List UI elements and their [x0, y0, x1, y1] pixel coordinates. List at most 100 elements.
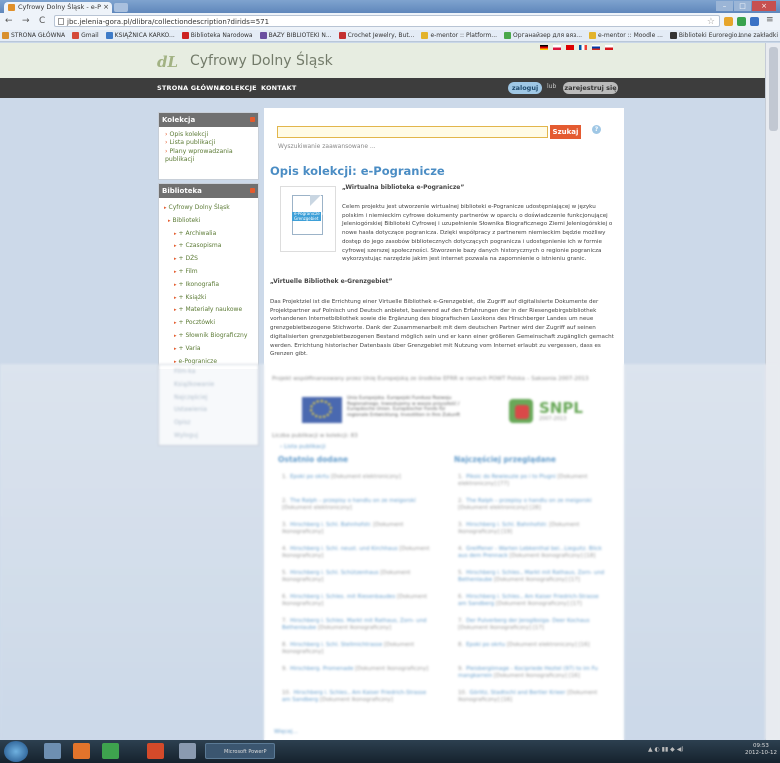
- tree-arrow-icon: ▸: [174, 332, 177, 339]
- list-item[interactable]: 4. Greiffener - Warten Lebkenthal bei...L…: [458, 546, 608, 560]
- bookmark-item[interactable]: Crochet Jewelry, But...: [338, 30, 414, 41]
- tree-arrow-icon: ▸: [174, 294, 177, 301]
- tree-item[interactable]: ▸ + Varia: [164, 343, 255, 356]
- new-tab-button[interactable]: [114, 3, 128, 12]
- menu-home[interactable]: STRONA GŁÓWNA: [157, 84, 224, 92]
- bookmark-item[interactable]: Biblioteki Euroregio...: [669, 30, 743, 41]
- tree-item[interactable]: ▸ + Materiały naukowe: [164, 304, 255, 317]
- tree-item[interactable]: ▸ + DŻS: [164, 253, 255, 266]
- bookmark-favicon-icon: [504, 32, 512, 39]
- list-item[interactable]: 6. Hirschberg i. Schles., Am Kaiser Fried…: [458, 594, 608, 608]
- menu-contact[interactable]: KONTAKT: [261, 84, 297, 92]
- start-button[interactable]: [4, 741, 28, 762]
- list-item[interactable]: 9. Hirschberg. Promenade [Dokument Ikonog…: [282, 666, 432, 673]
- tree-arrow-icon: ▸: [168, 217, 171, 224]
- list-item[interactable]: 2. The Ralph – przepisy o handlu on ze me…: [458, 498, 608, 512]
- bookmark-favicon-icon: [72, 32, 80, 39]
- flag-fr-icon[interactable]: [579, 45, 587, 50]
- explorer-icon[interactable]: [44, 743, 61, 759]
- list-item[interactable]: 1. Epoki po okrtu [Dokument elektroniczny…: [282, 474, 432, 481]
- list-item[interactable]: 9. Pleisbergiimage - Kocipriede Heztel (9…: [458, 666, 608, 680]
- list-item[interactable]: 6. Hirschberg i. Schles. mit Riesenbaudes…: [282, 594, 432, 608]
- collapse-icon[interactable]: [250, 117, 255, 122]
- site-name[interactable]: Cyfrowy Dolny Śląsk: [190, 53, 333, 69]
- tree-item[interactable]: ▸ + Pocztówki: [164, 317, 255, 330]
- flag-de-icon[interactable]: [540, 45, 548, 50]
- flag-en-icon[interactable]: [566, 45, 574, 50]
- extension-icon[interactable]: [737, 17, 746, 26]
- maximize-button[interactable]: □: [734, 1, 751, 11]
- login-button[interactable]: zaloguj: [508, 82, 542, 94]
- list-item[interactable]: 7. Der Pulverberg der Jeroglbsiga- Deer K…: [458, 618, 608, 632]
- bookmark-item[interactable]: Органайзер для вяз...: [504, 30, 582, 41]
- clock[interactable]: 09:53 2012-10-12: [745, 743, 777, 757]
- bookmark-star-icon[interactable]: ☆: [707, 16, 715, 28]
- menu-wrench-icon[interactable]: ≡: [766, 15, 774, 26]
- back-icon[interactable]: ←: [5, 16, 13, 27]
- list-item[interactable]: 3. Hirschberg i. Schl. Bahnhofstr. [Dokum…: [458, 522, 608, 536]
- tree-item[interactable]: ▸ + Książki: [164, 292, 255, 305]
- tree-item[interactable]: ▸ + Ikonografia: [164, 279, 255, 292]
- extension-icon[interactable]: [724, 17, 733, 26]
- list-item[interactable]: 8. Epoki po okrtu [Dokument elektroniczny…: [458, 642, 608, 649]
- site-logo[interactable]: dL: [157, 53, 178, 71]
- bookmark-item[interactable]: Gmail: [72, 30, 99, 41]
- tree-item[interactable]: ▸ Biblioteki: [164, 215, 255, 228]
- forward-icon[interactable]: →: [22, 16, 30, 27]
- app-icon[interactable]: [179, 743, 196, 759]
- browser-tab[interactable]: Cyfrowy Dolny Śląsk - e-P ×: [4, 2, 112, 13]
- list-item[interactable]: 5. Hirschberg i. Schles., Markt mit Ratha…: [458, 570, 608, 584]
- help-icon[interactable]: ?: [592, 125, 601, 134]
- flag-pl-icon[interactable]: [553, 45, 561, 50]
- list-item[interactable]: 8. Hirschberg i. Schl. Stellmichtrasse [D…: [282, 642, 432, 656]
- reload-icon[interactable]: C: [39, 16, 45, 27]
- tree-item[interactable]: ▸ + Słownik Biograficzny: [164, 330, 255, 343]
- bookmark-item[interactable]: KSIĄŻNICA KARKO...: [105, 30, 175, 41]
- address-bar[interactable]: jbc.jelenia-gora.pl/dlibra/collectiondes…: [54, 15, 720, 27]
- tree-item[interactable]: ▸ + Archiwalia: [164, 228, 255, 241]
- collapse-icon[interactable]: [250, 188, 255, 193]
- close-window-button[interactable]: ×: [752, 1, 776, 11]
- firefox-icon[interactable]: [73, 743, 90, 759]
- publication-list-link[interactable]: › Lista publikacji: [280, 444, 326, 450]
- bookmark-item[interactable]: e-mentor :: Moodle ...: [589, 30, 663, 41]
- flag-cz-icon[interactable]: [605, 45, 613, 50]
- advanced-search-link[interactable]: Wyszukiwanie zaawansowane ...: [278, 143, 376, 150]
- tree-item[interactable]: ▸ Cyfrowy Dolny Śląsk: [164, 202, 255, 215]
- more-link[interactable]: Więcej...: [274, 729, 298, 735]
- register-button[interactable]: zarejestruj się: [563, 82, 618, 94]
- menu-collections[interactable]: KOLEKCJE: [220, 84, 257, 92]
- tab-close-icon[interactable]: ×: [103, 2, 109, 13]
- link-planned-publications[interactable]: › Plany wprowadzania publikacji: [165, 148, 255, 165]
- extension-icon[interactable]: [750, 17, 759, 26]
- library-panel: Biblioteka ▸ Cyfrowy Dolny Śląsk ▸ Bibliote…: [158, 183, 259, 370]
- link-collection-description[interactable]: › Opis kolekcji: [165, 131, 255, 139]
- bookmark-item[interactable]: STRONA GŁÓWNA: [2, 30, 65, 41]
- list-item[interactable]: 7. Hirschberg i. Schles. Markt mit Rathau…: [282, 618, 432, 632]
- chrome-icon[interactable]: [102, 743, 119, 759]
- list-item[interactable]: 5. Hirschberg i. Schl. Schützenhaus [Doku…: [282, 570, 432, 584]
- flag-ru-icon[interactable]: [592, 45, 600, 50]
- minimize-button[interactable]: –: [716, 1, 733, 11]
- bookmark-item[interactable]: e-mentor :: Platform...: [421, 30, 497, 41]
- list-item[interactable]: 2. The Ralph – przepisy o handlu on ze me…: [282, 498, 432, 512]
- list-item[interactable]: 10. Görlitz, Stadtschl and Bertler Krieer…: [458, 690, 608, 704]
- bookmarks-bar: STRONA GŁÓWNA Gmail KSIĄŻNICA KARKO... Bibl…: [0, 30, 780, 42]
- taskbar-window-button[interactable]: Microsoft PowerP: [205, 743, 275, 759]
- scrollbar-thumb[interactable]: [769, 47, 778, 131]
- system-tray: ▲ ◐ ▮▮ ◆ ◀): [648, 746, 684, 753]
- other-bookmarks[interactable]: Inne zakładki: [738, 30, 778, 41]
- bookmark-item[interactable]: Biblioteka Narodowa: [181, 30, 253, 41]
- search-input[interactable]: [277, 126, 548, 138]
- list-item[interactable]: 1. Pikoic do Rewieuzie po i to Plugni [Do…: [458, 474, 608, 488]
- app-icon[interactable]: [147, 743, 164, 759]
- tree-item[interactable]: ▸ + Czasopisma: [164, 240, 255, 253]
- list-item[interactable]: 4. Hirschberg i. Schl. neust. und Kirchha…: [282, 546, 432, 560]
- link-publication-list[interactable]: › Lista publikacji: [165, 139, 255, 147]
- list-item[interactable]: 10. Hirschberg i. Schles., Am Kaiser Frie…: [282, 690, 432, 704]
- tree-item[interactable]: ▸ + Film: [164, 266, 255, 279]
- list-item[interactable]: 3. Hirschberg i. Schl. Bahnhofstr. [Dokum…: [282, 522, 432, 536]
- collection-panel-header: Kolekcja: [159, 113, 258, 127]
- bookmark-item[interactable]: BAZY BIBLIOTEKI N...: [259, 30, 332, 41]
- search-button[interactable]: Szukaj: [550, 125, 581, 139]
